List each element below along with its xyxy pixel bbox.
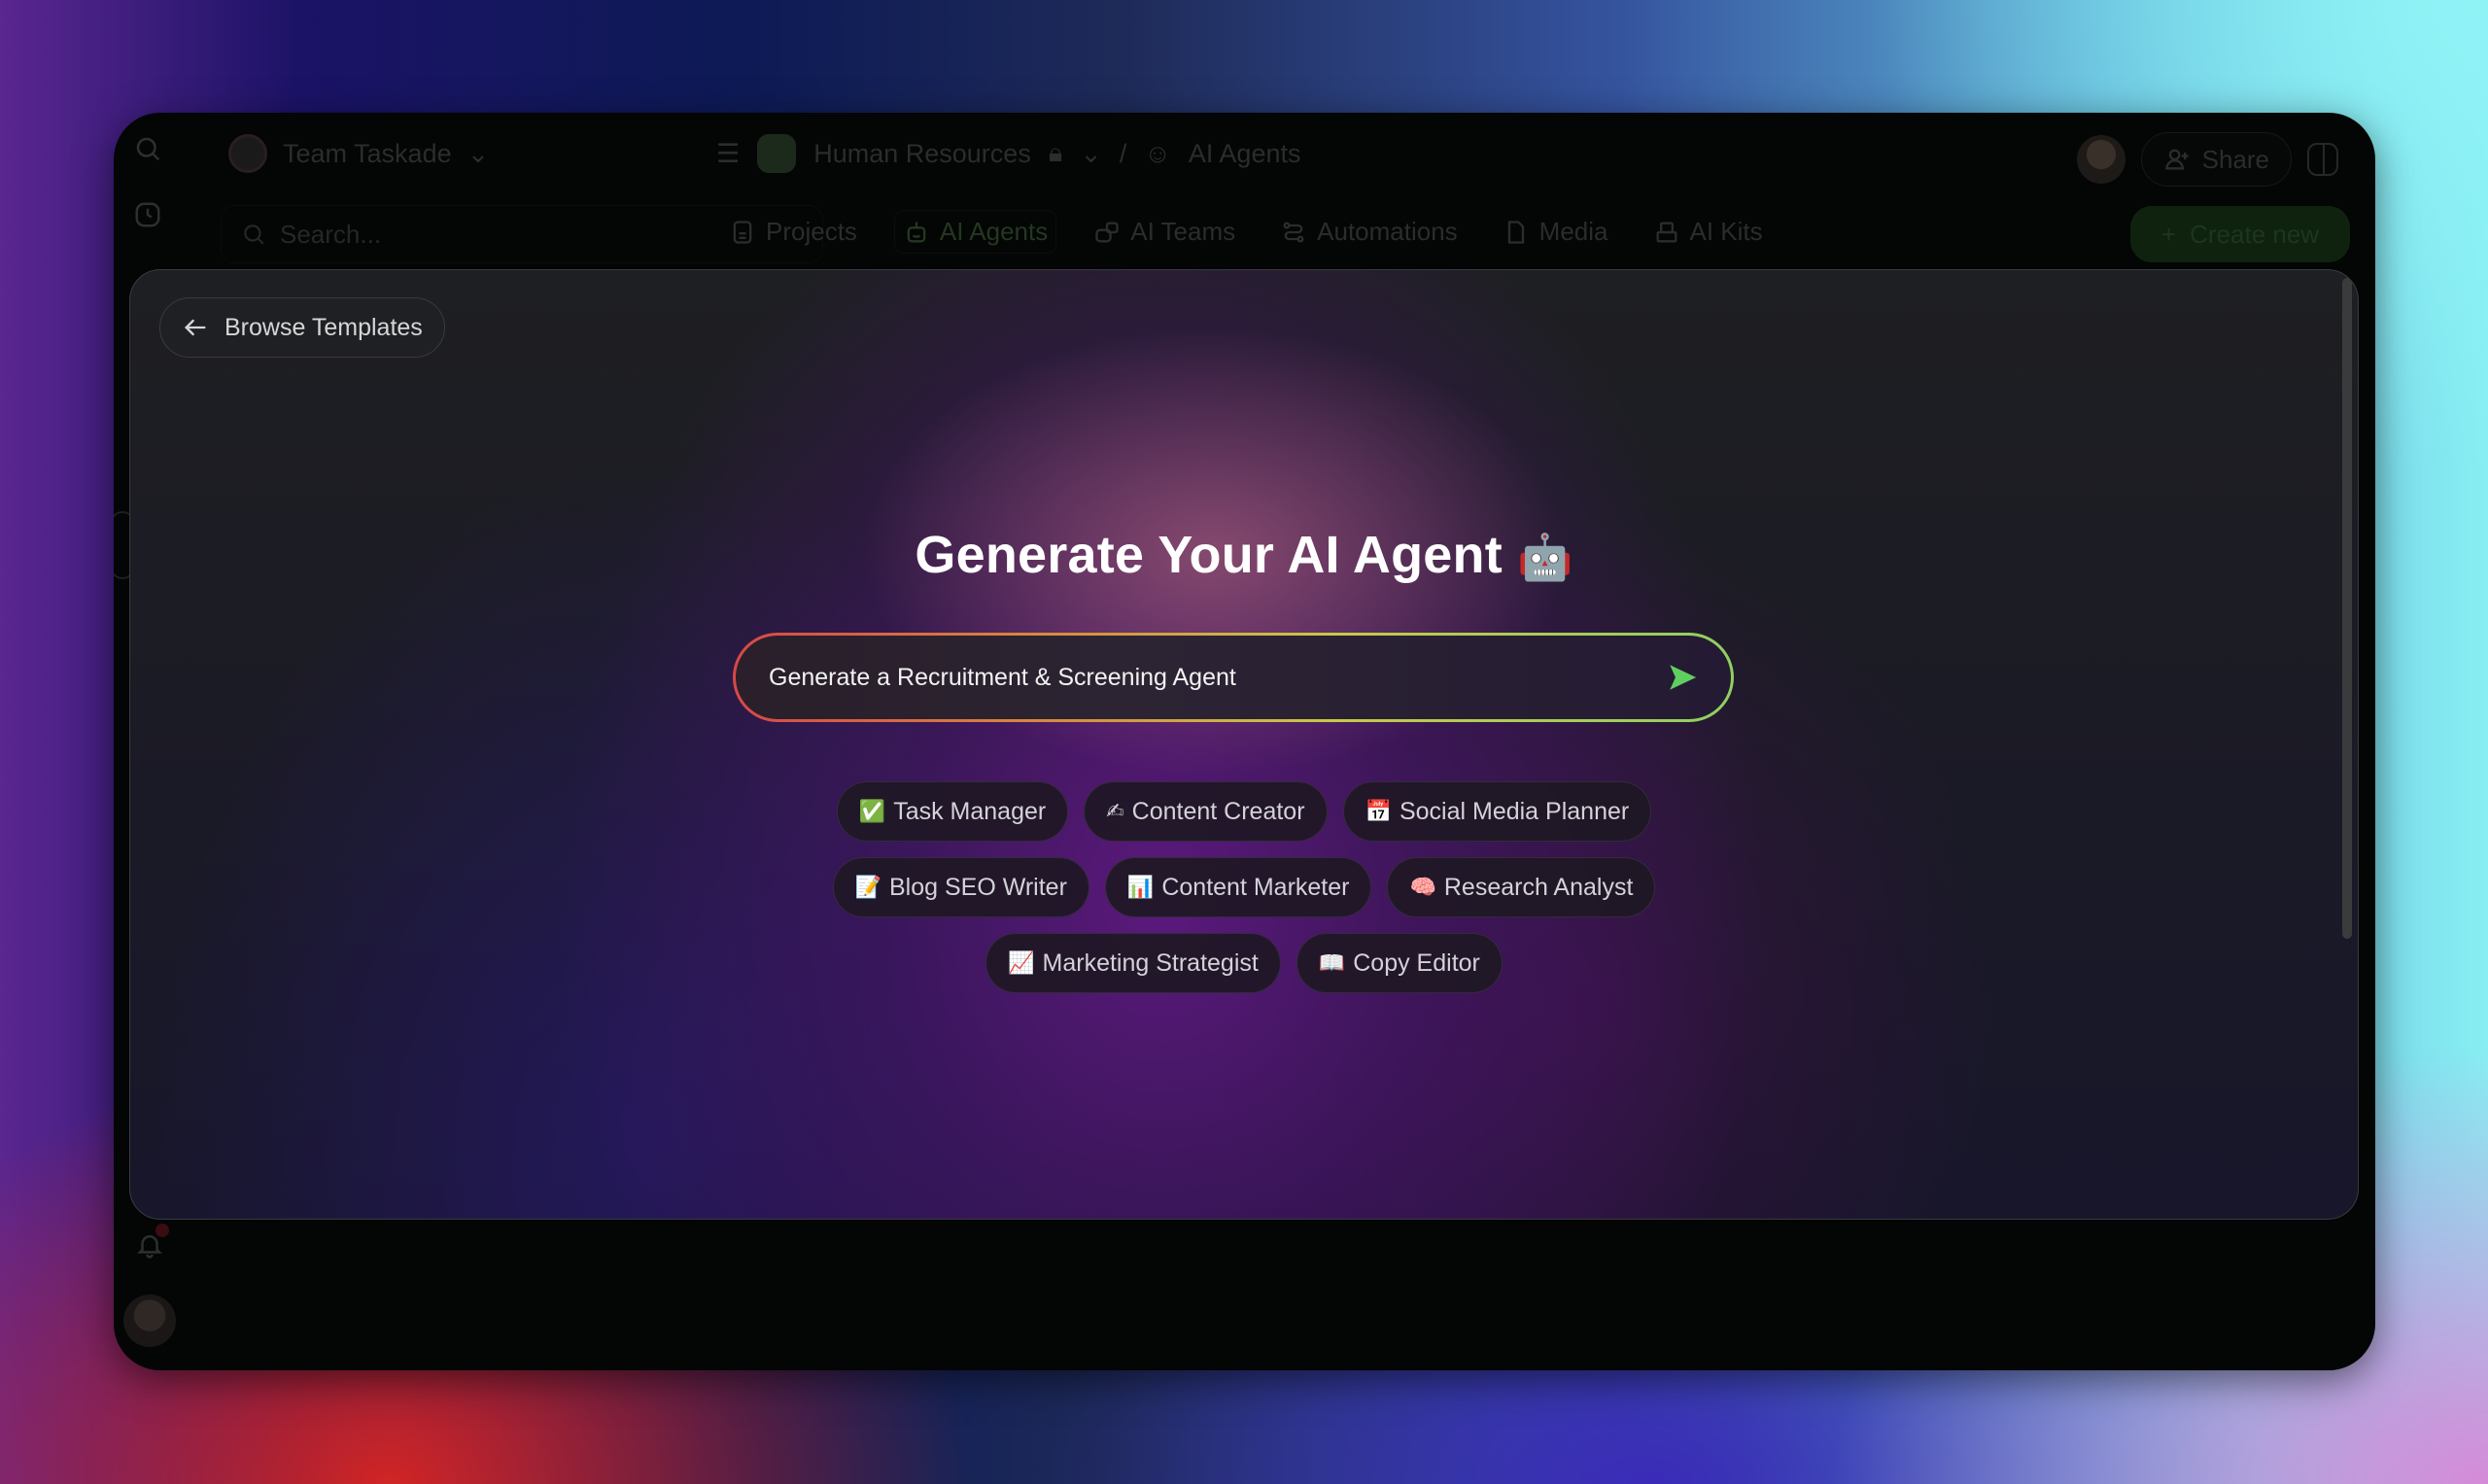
- chip-label: Blog SEO Writer: [888, 873, 1067, 901]
- trend-chart-icon: 📈: [1008, 950, 1035, 976]
- search-icon[interactable]: [131, 132, 164, 165]
- panel-toggle-icon[interactable]: [2307, 143, 2338, 176]
- tab-media[interactable]: Media: [1495, 210, 1616, 254]
- generate-agent-modal: Browse Templates Generate Your AI Agent …: [129, 269, 2359, 1220]
- breadcrumb-space[interactable]: Human Resources: [813, 139, 1031, 169]
- chip-row: 📝 Blog SEO Writer 📊 Content Marketer 🧠 Rese…: [832, 857, 1656, 917]
- tab-ai-agents[interactable]: AI Agents: [893, 210, 1057, 254]
- tab-label: Media: [1538, 217, 1608, 246]
- send-button[interactable]: [1661, 656, 1704, 699]
- memo-icon: 📝: [854, 875, 881, 900]
- breadcrumb-current: AI Agents: [1188, 138, 1301, 168]
- share-button[interactable]: Share: [2140, 132, 2292, 187]
- chevron-down-icon: ⌄: [466, 138, 490, 168]
- nav-tabs: Projects AI Agents AI Teams Automations …: [721, 210, 1771, 254]
- checkmark-icon: ✅: [858, 799, 886, 824]
- create-new-button[interactable]: + Create new: [2130, 206, 2350, 262]
- suggestion-chip-content-marketer[interactable]: 📊 Content Marketer: [1104, 857, 1372, 917]
- flow-icon: [1283, 222, 1304, 242]
- suggestion-chip-research-analyst[interactable]: 🧠 Research Analyst: [1387, 857, 1656, 917]
- writing-hand-icon: ✍: [1106, 799, 1124, 824]
- tab-ai-kits[interactable]: AI Kits: [1645, 210, 1771, 254]
- suggestion-chip-content-creator[interactable]: ✍ Content Creator: [1084, 781, 1328, 842]
- share-label: Share: [2201, 144, 2269, 174]
- open-book-icon: 📖: [1318, 950, 1346, 976]
- breadcrumb: ☰ Human Resources 🔒︎ ⌄ / ☺ AI Agents: [716, 134, 1301, 173]
- browse-templates-label: Browse Templates: [225, 313, 423, 341]
- tab-label: AI Teams: [1130, 217, 1236, 246]
- suggestion-chip-task-manager[interactable]: ✅ Task Manager: [836, 781, 1069, 842]
- space-logo: [757, 134, 797, 173]
- tab-label: Automations: [1317, 217, 1458, 246]
- chip-label: Copy Editor: [1353, 949, 1480, 977]
- chip-row: ✅ Task Manager ✍ Content Creator 📅 Social M…: [836, 781, 1652, 842]
- chip-label: Content Creator: [1131, 797, 1305, 825]
- tab-label: Projects: [766, 217, 857, 246]
- chevron-down-icon[interactable]: ⌄: [1080, 139, 1102, 169]
- browse-templates-button[interactable]: Browse Templates: [159, 297, 445, 358]
- robot-icon: [907, 222, 926, 242]
- prompt-input[interactable]: [769, 663, 1661, 692]
- lock-icon: 🔒︎: [1048, 138, 1063, 167]
- workspace-name: Team Taskade: [283, 138, 452, 168]
- member-avatar[interactable]: [2076, 135, 2125, 184]
- chip-label: Social Media Planner: [1399, 797, 1630, 825]
- robot-emoji-icon: 🤖: [1517, 531, 1573, 583]
- tab-ai-teams[interactable]: AI Teams: [1086, 210, 1243, 254]
- tab-label: AI Kits: [1689, 217, 1763, 246]
- bell-icon[interactable]: [133, 1228, 166, 1261]
- suggestion-chip-copy-editor[interactable]: 📖 Copy Editor: [1296, 933, 1503, 993]
- suggestion-chip-social-media-planner[interactable]: 📅 Social Media Planner: [1342, 781, 1652, 842]
- tab-projects[interactable]: Projects: [721, 210, 865, 254]
- box-stack-icon: [1656, 222, 1676, 242]
- file-icon: [1507, 220, 1524, 244]
- workspace-switcher[interactable]: Team Taskade ⌄: [228, 134, 489, 173]
- tab-automations[interactable]: Automations: [1272, 210, 1466, 254]
- plus-icon: +: [2160, 219, 2177, 249]
- chip-label: Content Marketer: [1161, 873, 1350, 901]
- send-icon: [1670, 665, 1697, 690]
- search-icon: [244, 224, 264, 245]
- clock-icon[interactable]: [131, 198, 164, 231]
- document-icon: [733, 220, 752, 244]
- chip-label: Marketing Strategist: [1042, 949, 1259, 977]
- tab-label: AI Agents: [939, 217, 1049, 246]
- prompt-field: [736, 636, 1731, 719]
- bar-chart-icon: 📊: [1126, 875, 1155, 900]
- modal-scrollbar[interactable]: [2342, 278, 2352, 939]
- prompt-field-border: [733, 633, 1734, 722]
- header-actions: Share: [2076, 132, 2338, 187]
- robot-icon: ☺: [1144, 138, 1171, 168]
- workspace-logo: [228, 134, 267, 173]
- search-placeholder: Search...: [280, 219, 382, 249]
- suggestion-chip-blog-seo-writer[interactable]: 📝 Blog SEO Writer: [832, 857, 1089, 917]
- arrow-left-icon: [185, 319, 206, 336]
- title-text: Generate Your AI Agent: [915, 526, 1503, 584]
- user-avatar[interactable]: [123, 1294, 176, 1347]
- suggestion-chip-marketing-strategist[interactable]: 📈 Marketing Strategist: [985, 933, 1281, 993]
- chip-label: Research Analyst: [1443, 873, 1634, 901]
- create-label: Create new: [2190, 219, 2320, 249]
- page-title: Generate Your AI Agent 🤖: [130, 525, 2358, 585]
- brain-icon: 🧠: [1409, 875, 1436, 900]
- collapse-sidebar-icon[interactable]: ☰: [716, 139, 740, 169]
- breadcrumb-divider: /: [1119, 138, 1127, 168]
- robot-team-icon: [1095, 222, 1119, 242]
- calendar-icon: 📅: [1365, 799, 1392, 824]
- suggestion-chips: ✅ Task Manager ✍ Content Creator 📅 Social M…: [130, 781, 2358, 993]
- add-user-icon: [2164, 149, 2189, 170]
- chip-row: 📈 Marketing Strategist 📖 Copy Editor: [985, 933, 1503, 993]
- chip-label: Task Manager: [893, 797, 1047, 825]
